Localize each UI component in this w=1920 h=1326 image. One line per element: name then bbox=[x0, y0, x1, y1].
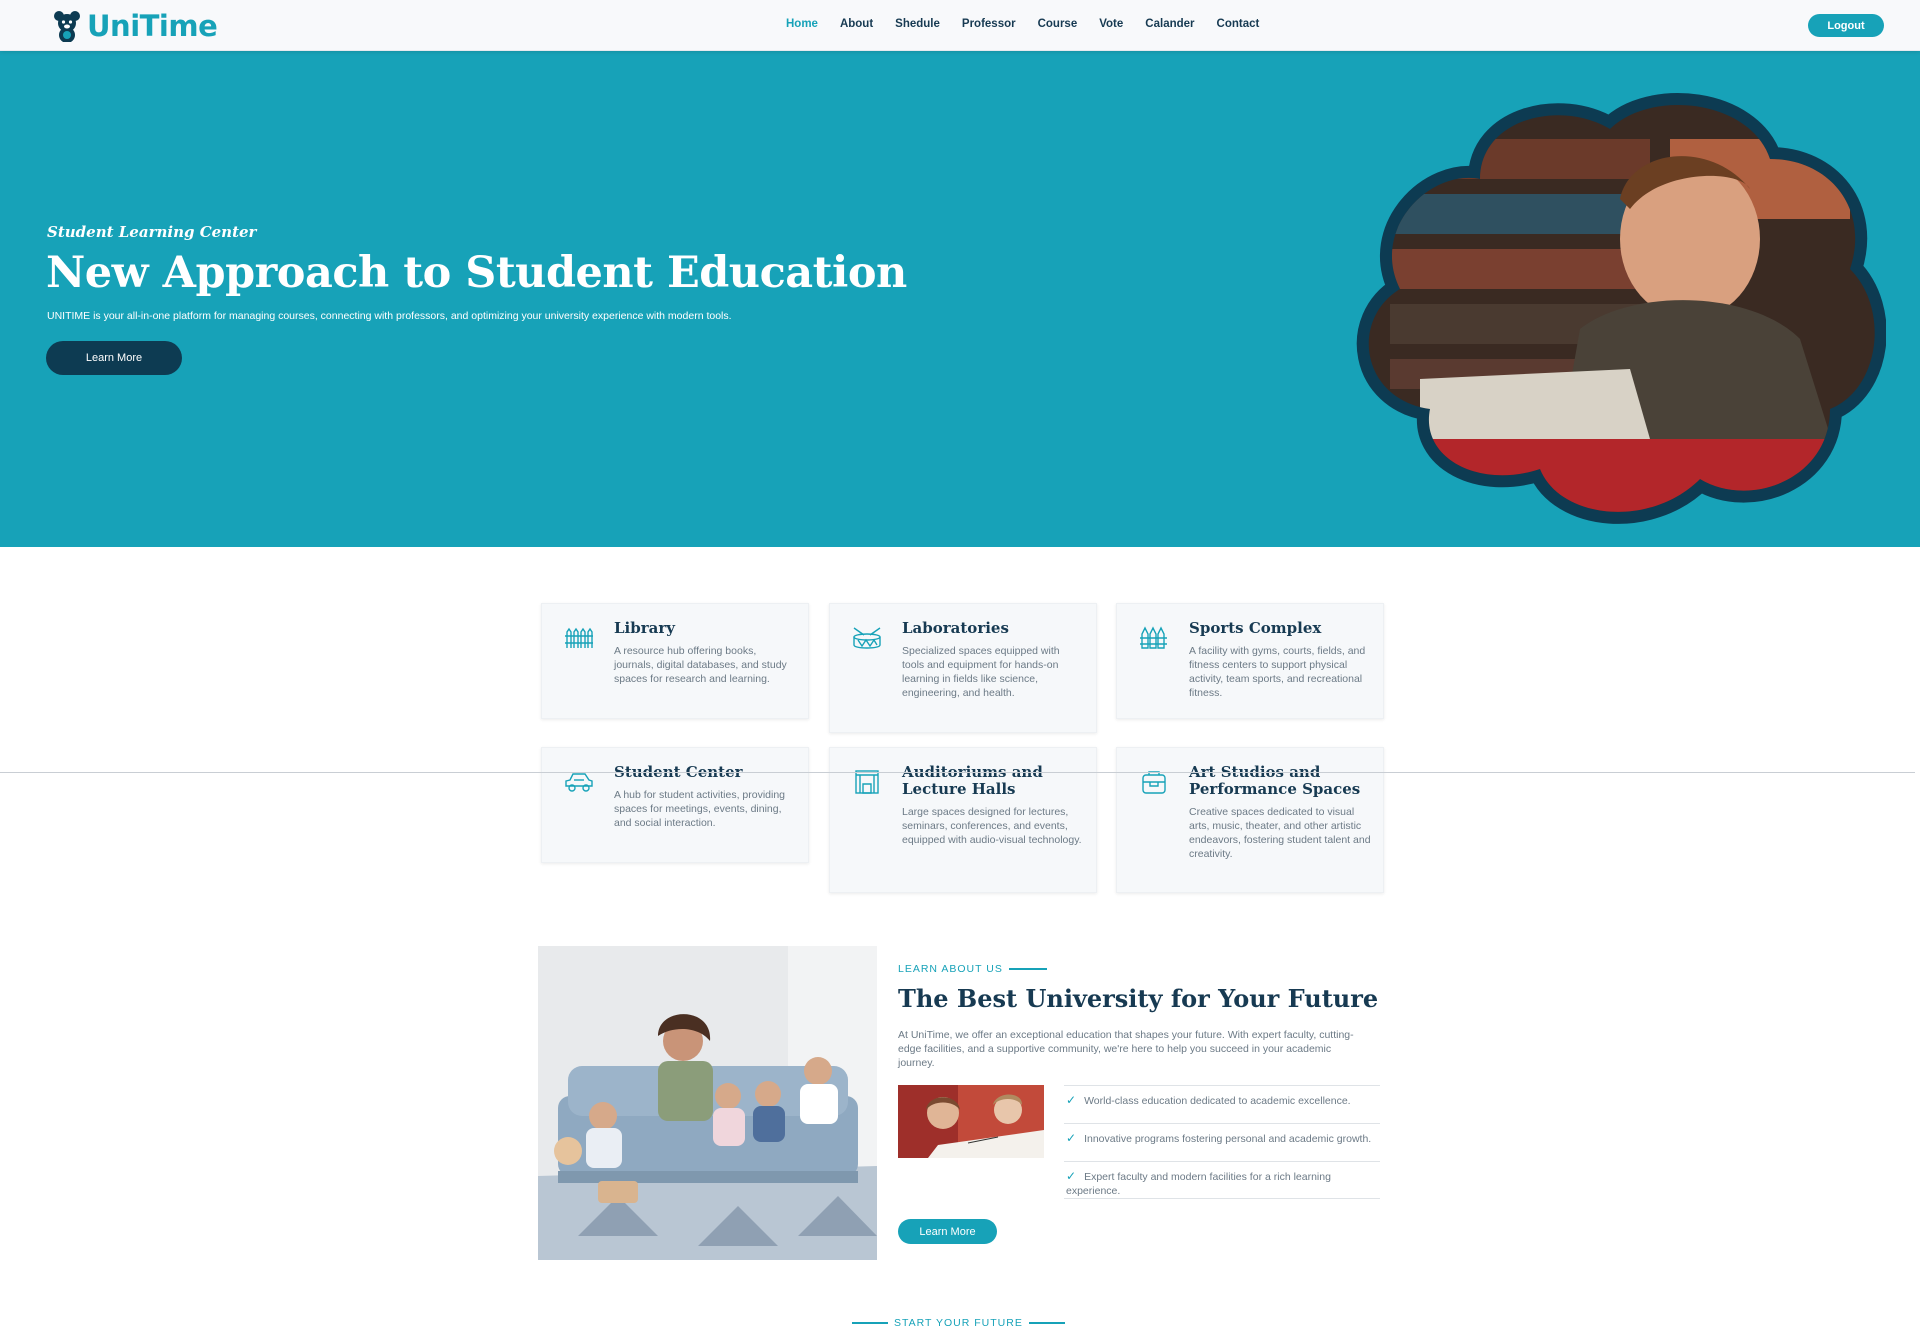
facility-description: Large spaces designed for lectures, semi… bbox=[902, 806, 1082, 846]
crayons-icon bbox=[1140, 626, 1167, 649]
nav-course[interactable]: Course bbox=[1038, 18, 1078, 30]
hero-title: New Approach to Student Education bbox=[46, 248, 907, 298]
about-point: ✓ Expert faculty and modern facilities fo… bbox=[1064, 1161, 1380, 1199]
about-small-image bbox=[898, 1085, 1044, 1158]
about-point-text: Expert faculty and modern facilities for… bbox=[1066, 1171, 1331, 1197]
about-learn-more-button[interactable]: Learn More bbox=[898, 1219, 997, 1244]
about-title: The Best University for Your Future bbox=[898, 984, 1379, 1013]
nav-calander[interactable]: Calander bbox=[1145, 18, 1194, 30]
about-description: At UniTime, we offer an exceptional educ… bbox=[898, 1029, 1354, 1069]
hero-description: UNITIME is your all-in-one platform for … bbox=[47, 310, 732, 322]
check-icon: ✓ bbox=[1066, 1131, 1077, 1145]
facility-title: Library bbox=[614, 619, 675, 637]
fence-icon bbox=[565, 627, 593, 648]
facility-description: A hub for student activities, providing … bbox=[614, 789, 786, 829]
stage-icon bbox=[855, 770, 879, 794]
facility-card-sports-complex[interactable]: Sports Complex A facility with gyms, cou… bbox=[1116, 603, 1384, 719]
about-eyebrow-text: LEARN ABOUT US bbox=[898, 963, 1003, 975]
facility-description: Creative spaces dedicated to visual arts… bbox=[1189, 806, 1371, 860]
logo-text: UniTime bbox=[87, 9, 218, 43]
facility-card-art-studios[interactable]: Art Studios and Performance Spaces Creat… bbox=[1116, 747, 1384, 893]
divider bbox=[0, 772, 1915, 773]
hero-subtitle: Student Learning Center bbox=[47, 223, 257, 241]
check-icon: ✓ bbox=[1066, 1093, 1077, 1107]
logout-button[interactable]: Logout bbox=[1808, 14, 1884, 37]
hero-learn-more-button[interactable]: Learn More bbox=[46, 341, 182, 375]
facility-card-library[interactable]: Library A resource hub offering books, j… bbox=[541, 603, 809, 719]
hero-section: Student Learning Center New Approach to … bbox=[0, 51, 1920, 547]
hero-image bbox=[1356, 93, 1886, 524]
nav-contact[interactable]: Contact bbox=[1217, 18, 1260, 30]
facility-title: Laboratories bbox=[902, 619, 1009, 637]
about-eyebrow: LEARN ABOUT US bbox=[898, 963, 1047, 975]
facility-title: Auditoriums and Lecture Halls bbox=[902, 763, 1043, 798]
logo[interactable]: UniTime bbox=[52, 9, 218, 43]
facility-description: A facility with gyms, courts, fields, an… bbox=[1189, 645, 1366, 699]
facility-description: A resource hub offering books, journals,… bbox=[614, 645, 787, 685]
about-point-text: World-class education dedicated to acade… bbox=[1084, 1095, 1351, 1107]
main-menu: Home About Shedule Professor Course Vote… bbox=[786, 18, 1281, 30]
check-icon: ✓ bbox=[1066, 1169, 1077, 1183]
about-points: ✓ World-class education dedicated to acad… bbox=[1064, 1085, 1380, 1199]
navbar: UniTime Home About Shedule Professor Cou… bbox=[0, 0, 1920, 51]
nav-home[interactable]: Home bbox=[786, 18, 818, 30]
facility-title: Art Studios and Performance Spaces bbox=[1189, 763, 1361, 798]
nav-about[interactable]: About bbox=[840, 18, 873, 30]
about-point: ✓ World-class education dedicated to acad… bbox=[1064, 1085, 1380, 1123]
facility-card-laboratories[interactable]: Laboratories Specialized spaces equipped… bbox=[829, 603, 1097, 733]
about-point-text: Innovative programs fostering personal a… bbox=[1084, 1133, 1372, 1145]
backpack-icon bbox=[1142, 771, 1166, 794]
facility-description: Specialized spaces equipped with tools a… bbox=[902, 645, 1060, 699]
facility-card-student-center[interactable]: Student Center A hub for student activit… bbox=[541, 747, 809, 863]
drum-icon bbox=[853, 627, 881, 649]
future-eyebrow: START YOUR FUTURE bbox=[846, 1317, 1071, 1326]
nav-shedule[interactable]: Shedule bbox=[895, 18, 940, 30]
teddy-bear-icon bbox=[54, 11, 80, 42]
facility-title: Sports Complex bbox=[1189, 619, 1322, 637]
nav-professor[interactable]: Professor bbox=[962, 18, 1016, 30]
toy-car-icon bbox=[565, 773, 593, 792]
facility-card-auditoriums[interactable]: Auditoriums and Lecture Halls Large spac… bbox=[829, 747, 1097, 893]
about-point: ✓ Innovative programs fostering personal … bbox=[1064, 1123, 1380, 1161]
nav-vote[interactable]: Vote bbox=[1099, 18, 1123, 30]
about-image bbox=[538, 946, 877, 1260]
future-eyebrow-text: START YOUR FUTURE bbox=[894, 1317, 1023, 1326]
